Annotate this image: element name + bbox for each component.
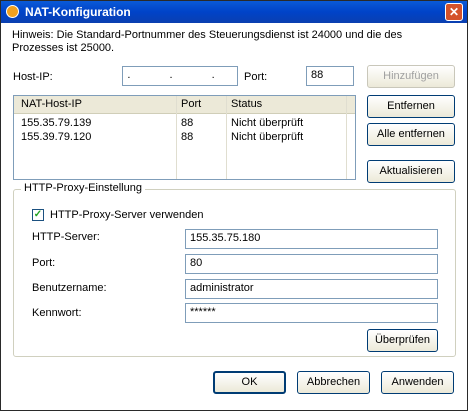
row-port: 88 (181, 117, 194, 129)
nat-host-list[interactable]: NAT-Host-IP Port Status 155.35.79.139 88… (13, 95, 356, 180)
username-input[interactable]: administrator (185, 279, 438, 299)
hint-text: Hinweis: Die Standard-Portnummer des Ste… (12, 29, 403, 54)
dialog-body: Hinweis: Die Standard-Portnummer des Ste… (1, 23, 467, 410)
add-button[interactable]: Hinzufügen (367, 65, 455, 88)
http-server-label: HTTP-Server: (32, 231, 100, 243)
refresh-button[interactable]: Aktualisieren (367, 160, 455, 183)
column-status[interactable]: Status (231, 98, 262, 110)
close-button[interactable]: ✕ (445, 3, 463, 21)
host-ip-label: Host-IP: (13, 71, 53, 83)
row-ip: 155.35.79.139 (21, 117, 92, 129)
proxy-port-input[interactable]: 80 (185, 254, 438, 274)
username-label: Benutzername: (32, 282, 107, 294)
remove-button[interactable]: Entfernen (367, 95, 455, 118)
remove-all-button[interactable]: Alle entfernen (367, 123, 455, 146)
use-proxy-checkbox[interactable]: ✓ (32, 209, 44, 221)
list-row[interactable]: 155.39.79.120 88 Nicht überprüft (14, 131, 355, 145)
cancel-button[interactable]: Abbrechen (297, 371, 370, 394)
list-header: NAT-Host-IP Port Status (14, 96, 355, 114)
column-port[interactable]: Port (181, 98, 201, 110)
proxy-group-title: HTTP-Proxy-Einstellung (21, 182, 145, 194)
password-label: Kennwort: (32, 307, 82, 319)
window-title: NAT-Konfiguration (25, 5, 131, 19)
host-ip-input[interactable]: . . . (122, 66, 238, 86)
password-input[interactable]: ****** (185, 303, 438, 323)
ok-button[interactable]: OK (213, 371, 286, 394)
title-bar[interactable]: NAT-Konfiguration ✕ (1, 1, 467, 23)
app-icon (6, 5, 19, 18)
http-server-input[interactable]: 155.35.75.180 (185, 229, 438, 249)
row-status: Nicht überprüft (231, 131, 304, 143)
host-port-input[interactable]: 88 (306, 66, 354, 86)
apply-button[interactable]: Anwenden (381, 371, 454, 394)
list-row[interactable]: 155.35.79.139 88 Nicht überprüft (14, 117, 355, 131)
row-status: Nicht überprüft (231, 117, 304, 129)
use-proxy-label[interactable]: HTTP-Proxy-Server verwenden (50, 209, 203, 221)
row-ip: 155.39.79.120 (21, 131, 92, 143)
column-nat-host-ip[interactable]: NAT-Host-IP (21, 98, 82, 110)
host-port-label: Port: (244, 71, 268, 83)
proxy-port-label: Port: (32, 257, 56, 269)
row-port: 88 (181, 131, 194, 143)
verify-button[interactable]: Überprüfen (367, 329, 438, 352)
nat-config-window: NAT-Konfiguration ✕ Hinweis: Die Standar… (0, 0, 468, 411)
